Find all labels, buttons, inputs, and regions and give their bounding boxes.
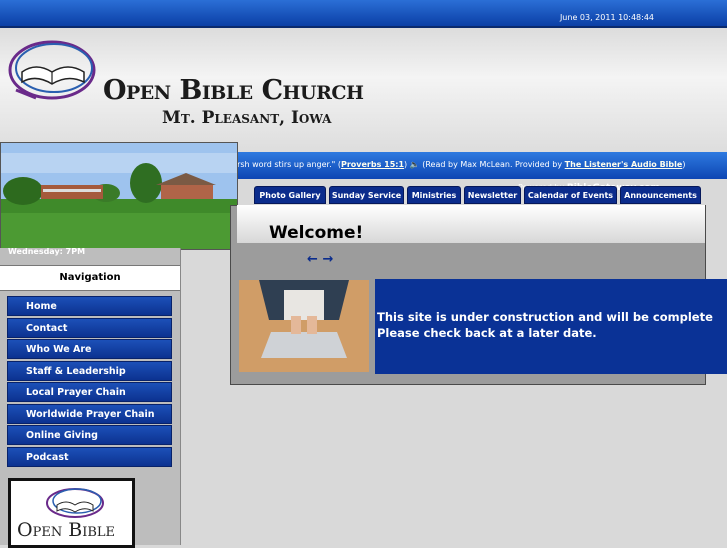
sidebar-item-worldwide-prayer-chain[interactable]: Worldwide Prayer Chain: [7, 403, 172, 424]
sidebar-navigation: Home Contact Who We Are Staff & Leadersh…: [7, 296, 172, 468]
verse-reference-link[interactable]: Proverbs 15:1: [341, 160, 404, 169]
top-bar: June 03, 2011 10:48:44: [0, 0, 727, 28]
tab-calendar-of-events[interactable]: Calendar of Events: [524, 186, 617, 204]
sidebar-item-local-prayer-chain[interactable]: Local Prayer Chain: [7, 382, 172, 402]
arrow-left-icon[interactable]: ←: [307, 252, 318, 267]
verse-close: ): [404, 160, 408, 169]
notice-line-2: Please check back at a later date.: [377, 326, 597, 340]
tab-photo-gallery[interactable]: Photo Gallery: [254, 186, 326, 204]
sidebar-church-logo[interactable]: Open Bible: [8, 478, 135, 548]
sidebar-item-who-we-are[interactable]: Who We Are: [7, 339, 172, 359]
tab-announcements[interactable]: Announcements: [620, 186, 701, 204]
speaker-icon[interactable]: 🔈: [410, 160, 420, 169]
church-building-photo: [0, 142, 238, 250]
open-bible-logo-icon[interactable]: [6, 32, 98, 106]
sidebar-item-staff-leadership[interactable]: Staff & Leadership: [7, 360, 172, 381]
navigation-heading: Navigation: [0, 265, 180, 291]
tab-sunday-service[interactable]: Sunday Service: [329, 186, 404, 204]
audio-bible-link[interactable]: The Listener's Audio Bible: [565, 160, 683, 169]
sidebar-item-contact[interactable]: Contact: [7, 317, 172, 338]
church-name-title: Open Bible Church: [103, 75, 364, 106]
laptop-photo: [239, 280, 369, 372]
church-city-subtitle: Mt. Pleasant, Iowa: [162, 108, 332, 128]
current-datetime: June 03, 2011 10:48:44: [559, 13, 654, 22]
welcome-heading: Welcome!: [269, 223, 364, 243]
audio-credit-prefix: (Read by Max McLean. Provided by: [422, 160, 565, 169]
arrow-right-icon[interactable]: →: [322, 252, 333, 267]
sidebar-item-online-giving[interactable]: Online Giving: [7, 425, 172, 445]
tab-ministries[interactable]: Ministries: [407, 186, 461, 204]
audio-credit-suffix: ): [682, 160, 686, 169]
notice-line-1: This site is under construction and will…: [377, 310, 713, 324]
construction-notice: This site is under construction and will…: [377, 309, 727, 341]
slideshow-arrows: ← →: [307, 252, 333, 267]
sidebar-item-home[interactable]: Home: [7, 296, 172, 316]
sidebar-item-podcast[interactable]: Podcast: [7, 446, 172, 467]
open-bible-logo-small-icon: [46, 488, 104, 518]
wednesday-service-time: Wednesday: 7PM: [8, 247, 86, 256]
sidebar-logo-text: Open Bible: [17, 519, 116, 541]
tab-newsletter[interactable]: Newsletter: [464, 186, 521, 204]
